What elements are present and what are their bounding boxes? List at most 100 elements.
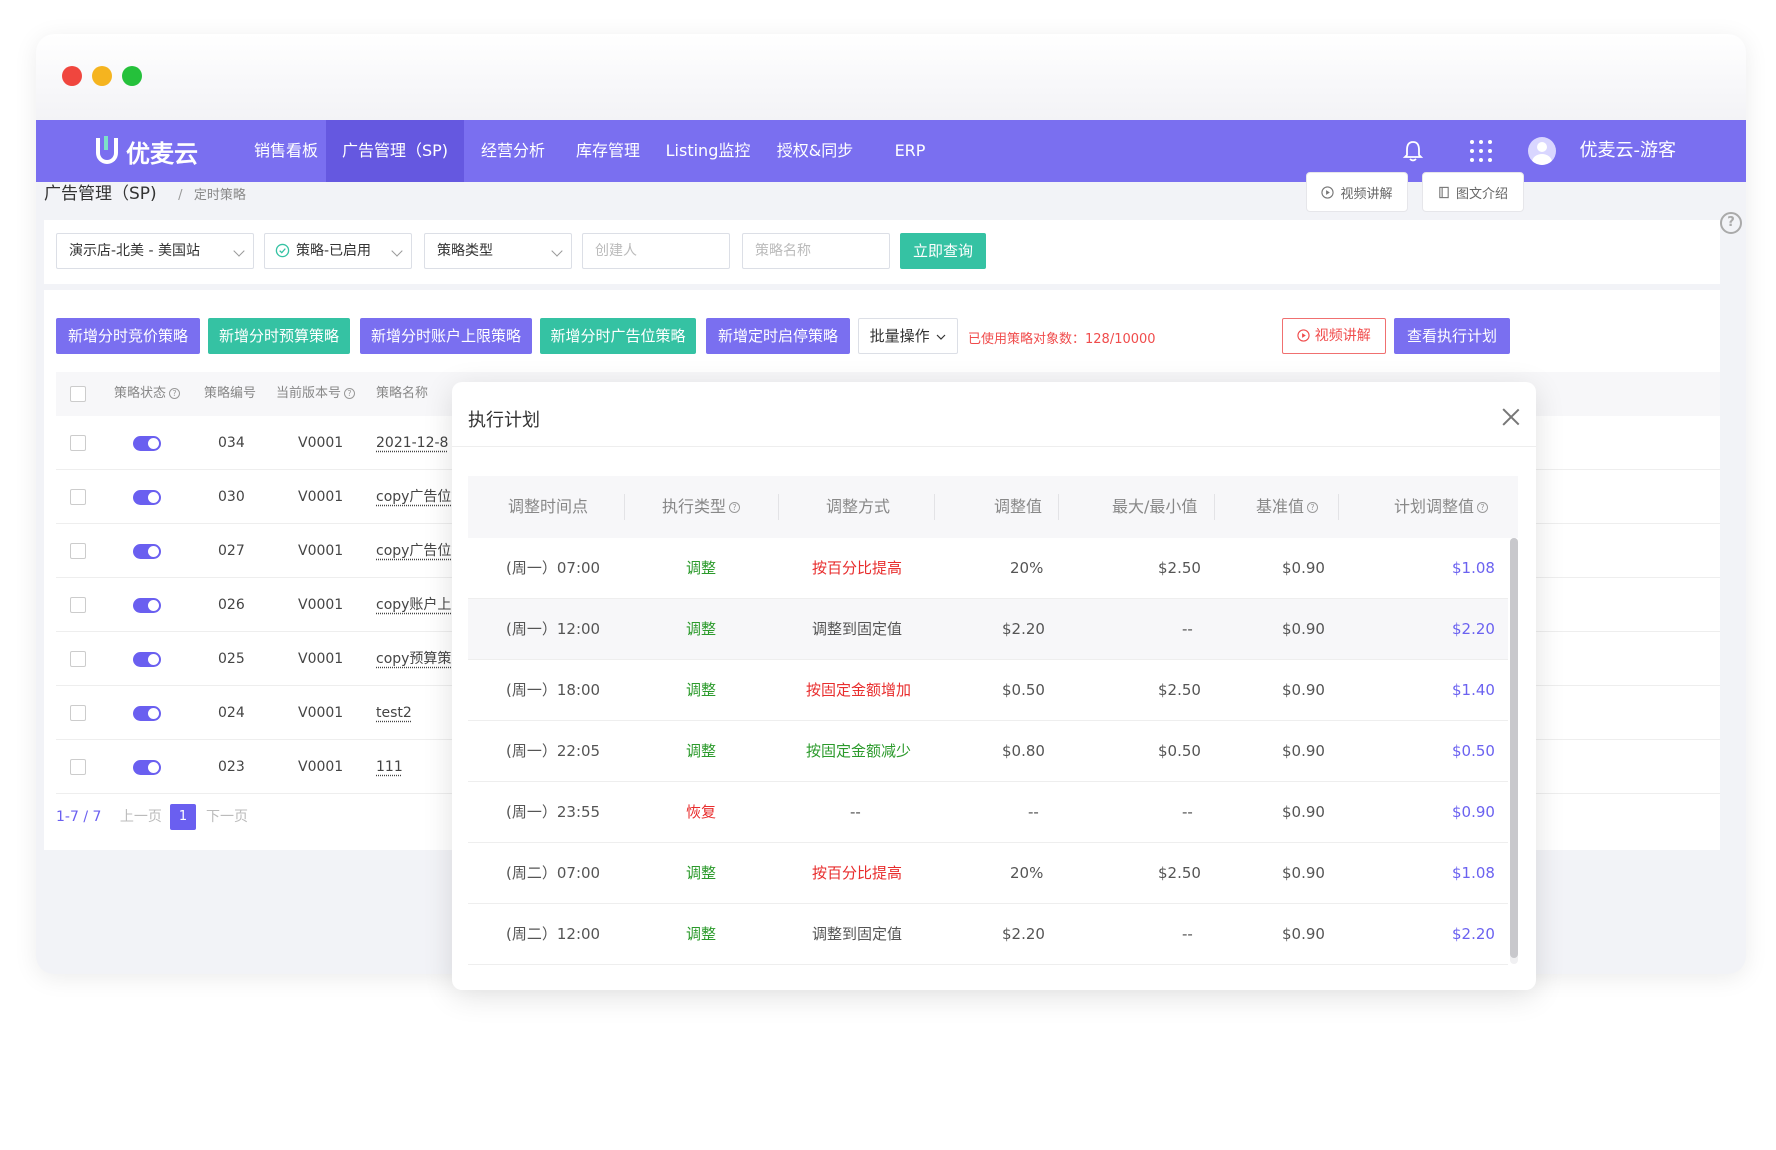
breadcrumb-title[interactable]: 广告管理（SP) <box>44 184 157 204</box>
row-checkbox[interactable] <box>70 435 86 451</box>
add-budget-strategy-button[interactable]: 新增分时预算策略 <box>208 318 350 354</box>
plan-base: $0.90 <box>1282 803 1325 821</box>
strategy-name-link[interactable]: 111 <box>376 740 403 794</box>
plan-planned-value: $1.08 <box>1452 559 1495 577</box>
select-all-checkbox[interactable] <box>70 386 86 402</box>
plan-exec-type: 调整 <box>686 681 717 699</box>
close-window-button[interactable] <box>62 66 82 86</box>
nav-listing-monitor[interactable]: Listing监控 <box>654 120 762 182</box>
plan-row: (周一）12:00 调整 调整到固定值 $2.20 -- $0.90 $2.20 <box>468 599 1508 660</box>
strategy-name-link[interactable]: 2021-12-8 <box>376 416 460 470</box>
doc-intro-button[interactable]: 图文介绍 <box>1422 172 1524 212</box>
plan-row: (周一）22:05 调整 按固定金额减少 $0.80 $0.50 $0.90 $… <box>468 721 1508 782</box>
strategy-usage-text: 已使用策略对象数：128/10000 <box>968 332 1156 347</box>
strategy-name-link[interactable]: copy广告位策 <box>376 524 460 578</box>
plan-max-min: $2.50 <box>1158 864 1201 882</box>
modal-divider <box>452 446 1536 447</box>
query-button[interactable]: 立即查询 <box>900 233 986 269</box>
header-planned-value: 计划调整值? <box>1394 476 1489 538</box>
store-select[interactable]: 演示店-北美 - 美国站 <box>56 233 254 269</box>
filter-bar: 演示店-北美 - 美国站 策略-已启用 策略类型 创建人 策略名称 立即查询 <box>44 220 1720 284</box>
header-exec-type: 执行类型? <box>662 476 741 538</box>
help-icon[interactable]: ? <box>1720 212 1742 234</box>
chevron-down-icon <box>551 245 563 257</box>
header-id: 策略编号 <box>204 386 257 401</box>
strategy-name-link[interactable]: copy预算策略 <box>376 632 460 686</box>
plan-time: (周二）07:00 <box>506 864 601 882</box>
nav-auth-sync[interactable]: 授权&同步 <box>762 120 868 182</box>
question-icon[interactable]: ? <box>344 388 356 399</box>
user-avatar[interactable] <box>1528 137 1556 165</box>
page-range: 1-7 / 7 <box>56 809 102 825</box>
strategy-id: 023 <box>218 759 245 775</box>
plan-planned-value: $1.40 <box>1452 681 1495 699</box>
status-toggle[interactable] <box>133 544 161 559</box>
nav-erp[interactable]: ERP <box>868 120 952 182</box>
row-checkbox[interactable] <box>70 543 86 559</box>
current-page-button[interactable]: 1 <box>170 804 196 830</box>
status-select[interactable]: 策略-已启用 <box>264 233 412 269</box>
close-icon[interactable] <box>1502 408 1520 426</box>
question-icon[interactable]: ? <box>169 388 181 399</box>
minimize-window-button[interactable] <box>92 66 112 86</box>
next-page-button[interactable]: 下一页 <box>206 804 248 830</box>
nav-sales-dashboard[interactable]: 销售看板 <box>232 120 340 182</box>
add-timer-strategy-button[interactable]: 新增定时启停策略 <box>706 318 850 354</box>
batch-action-dropdown[interactable]: 批量操作 <box>858 318 958 354</box>
row-checkbox[interactable] <box>70 489 86 505</box>
plan-row: (周一）18:00 调整 按固定金额增加 $0.50 $2.50 $0.90 $… <box>468 660 1508 721</box>
user-name[interactable]: 优麦云-游客 <box>1580 120 1677 182</box>
scrollbar-thumb[interactable] <box>1510 538 1518 958</box>
apps-grid-icon[interactable] <box>1470 140 1492 162</box>
status-toggle[interactable] <box>133 760 161 775</box>
bell-icon[interactable] <box>1402 139 1424 163</box>
creator-input[interactable]: 创建人 <box>582 233 730 269</box>
row-checkbox[interactable] <box>70 759 86 775</box>
view-execution-plan-button[interactable]: 查看执行计划 <box>1394 318 1510 354</box>
strategy-version: V0001 <box>298 489 344 505</box>
row-checkbox[interactable] <box>70 705 86 721</box>
prev-page-button[interactable]: 上一页 <box>120 809 162 825</box>
header-base-value: 基准值? <box>1256 476 1319 538</box>
app-name: 优麦云 <box>126 139 198 168</box>
video-tutorial-button[interactable]: 视频讲解 <box>1306 172 1408 212</box>
row-checkbox[interactable] <box>70 651 86 667</box>
plan-value: $0.50 <box>1002 681 1045 699</box>
plan-max-min: $2.50 <box>1158 559 1201 577</box>
status-toggle[interactable] <box>133 706 161 721</box>
question-icon[interactable]: ? <box>1477 502 1489 513</box>
maximize-window-button[interactable] <box>122 66 142 86</box>
status-toggle[interactable] <box>133 436 161 451</box>
header-adjust-time: 调整时间点 <box>508 497 589 516</box>
add-account-limit-strategy-button[interactable]: 新增分时账户上限策略 <box>360 318 532 354</box>
video-explain-button[interactable]: 视频讲解 <box>1282 318 1386 354</box>
strategy-name-link[interactable]: test2 <box>376 686 412 740</box>
status-toggle[interactable] <box>133 652 161 667</box>
status-toggle[interactable] <box>133 490 161 505</box>
nav-inventory[interactable]: 库存管理 <box>562 120 654 182</box>
header-status: 策略状态? <box>114 372 181 416</box>
plan-scrollbar[interactable] <box>1510 538 1518 964</box>
nav-business-analysis[interactable]: 经营分析 <box>464 120 562 182</box>
question-icon[interactable]: ? <box>1307 502 1319 513</box>
strategy-name-input[interactable]: 策略名称 <box>742 233 890 269</box>
header-max-min: 最大/最小值 <box>1112 497 1198 516</box>
book-icon <box>1439 186 1449 198</box>
status-toggle[interactable] <box>133 598 161 613</box>
strategy-name-link[interactable]: copy账户上限 <box>376 578 460 632</box>
add-bid-strategy-button[interactable]: 新增分时竞价策略 <box>56 318 200 354</box>
question-icon[interactable]: ? <box>729 502 741 513</box>
check-circle-icon <box>275 243 290 258</box>
plan-method: 按固定金额增加 <box>806 681 912 699</box>
strategy-version: V0001 <box>298 543 344 559</box>
add-placement-strategy-button[interactable]: 新增分时广告位策略 <box>540 318 696 354</box>
strategy-name-link[interactable]: copy广告位策 <box>376 470 460 524</box>
type-select[interactable]: 策略类型 <box>424 233 572 269</box>
video-tutorial-label: 视频讲解 <box>1340 186 1393 202</box>
strategy-version: V0001 <box>298 435 344 451</box>
app-logo[interactable]: 优麦云 <box>96 120 198 182</box>
nav-ad-management[interactable]: 广告管理（SP) <box>326 120 464 182</box>
plan-max-min: $2.50 <box>1158 681 1201 699</box>
row-checkbox[interactable] <box>70 597 86 613</box>
video-explain-label: 视频讲解 <box>1314 328 1371 344</box>
